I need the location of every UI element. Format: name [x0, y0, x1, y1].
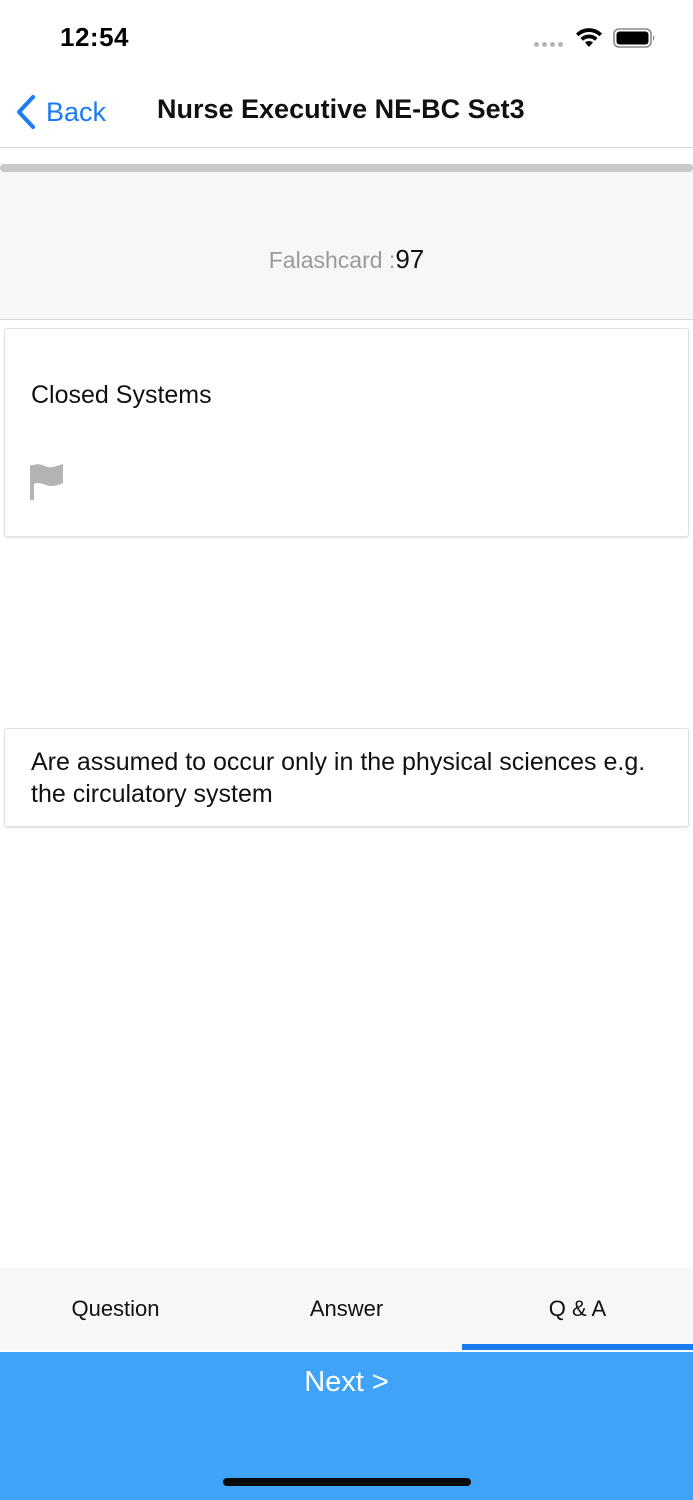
navigation-bar: Back Nurse Executive NE-BC Set3 — [0, 76, 693, 148]
tab-question[interactable]: Question — [0, 1268, 231, 1350]
home-indicator — [223, 1478, 471, 1486]
progress-fill — [0, 164, 693, 172]
question-text: Closed Systems — [31, 381, 212, 409]
battery-icon — [613, 28, 655, 48]
tab-q-and-a[interactable]: Q & A — [462, 1268, 693, 1350]
flashcard-counter-panel: Falashcard :97 — [0, 172, 693, 320]
question-card: Closed Systems — [4, 328, 689, 537]
chevron-left-icon — [17, 95, 35, 129]
progress-bar — [0, 164, 693, 172]
signal-strength-icon — [534, 42, 563, 47]
back-button[interactable]: Back — [14, 92, 106, 132]
flag-icon[interactable] — [29, 463, 65, 501]
counter-value: 97 — [395, 244, 425, 274]
flashcard-counter: Falashcard :97 — [0, 244, 693, 275]
status-time: 12:54 — [60, 22, 129, 52]
answer-card: Are assumed to occur only in the physica… — [4, 728, 689, 827]
back-label: Back — [46, 96, 107, 127]
counter-prefix: Falashcard : — [268, 247, 396, 273]
answer-text: Are assumed to occur only in the physica… — [31, 748, 646, 808]
next-button[interactable]: Next > — [0, 1366, 693, 1406]
wifi-icon — [576, 28, 602, 47]
tab-answer[interactable]: Answer — [231, 1268, 462, 1350]
status-bar: 12:54 — [0, 0, 693, 76]
tab-bar: Question Answer Q & A — [0, 1268, 693, 1350]
next-bar: Next > — [0, 1352, 693, 1500]
page-title: Nurse Executive NE-BC Set3 — [157, 94, 525, 124]
